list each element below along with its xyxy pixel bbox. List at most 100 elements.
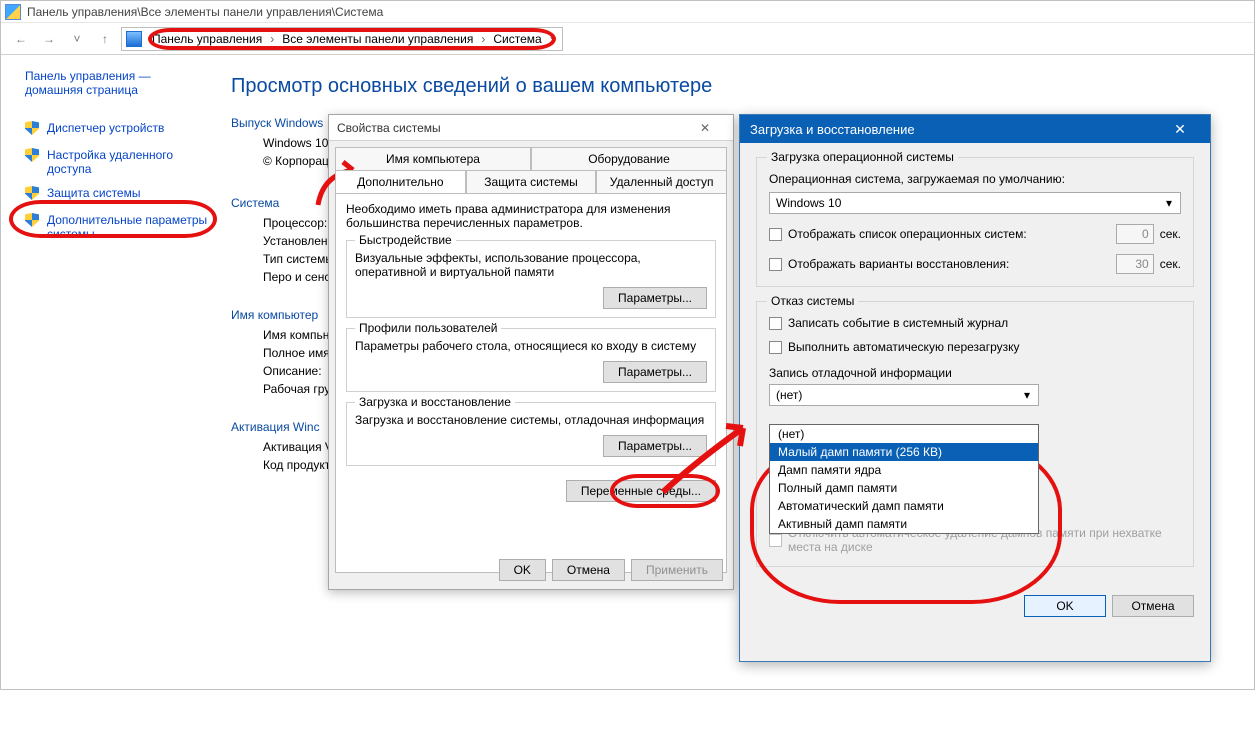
window-title: Панель управления\Все элементы панели уп… (27, 5, 383, 19)
shield-icon (25, 186, 39, 200)
admin-note: Необходимо иметь права администратора дл… (346, 202, 716, 230)
performance-settings-button[interactable]: Параметры... (603, 287, 707, 309)
group-text: Визуальные эффекты, использование процес… (355, 251, 707, 279)
checkbox-label: Выполнить автоматическую перезагрузку (788, 340, 1020, 354)
back-button[interactable]: ← (9, 27, 33, 51)
tab-advanced-pane: Необходимо иметь права администратора дл… (335, 193, 727, 573)
page-title: Просмотр основных сведений о вашем компь… (231, 75, 1242, 98)
dump-type-combo[interactable]: (нет) ▾ (769, 384, 1039, 406)
chevron-right-icon: › (546, 32, 558, 46)
system-properties-dialog: Свойства системы ✕ Имя компьютера Оборуд… (328, 114, 734, 590)
dropdown-option[interactable]: Автоматический дамп памяти (770, 497, 1038, 515)
group-system-failure: Отказ системы Записать событие в системн… (756, 301, 1194, 567)
chevron-right-icon: › (266, 32, 278, 46)
dialog-titlebar[interactable]: Свойства системы ✕ (329, 115, 733, 141)
dialog-title: Загрузка и восстановление (750, 122, 915, 137)
checkbox-icon (769, 228, 782, 241)
startup-recovery-settings-button[interactable]: Параметры... (603, 435, 707, 457)
tab-strip: Имя компьютера Оборудование Дополнительн… (329, 141, 733, 193)
group-text: Загрузка и восстановление системы, отлад… (355, 413, 707, 427)
auto-restart-checkbox[interactable]: Выполнить автоматическую перезагрузку (769, 340, 1181, 354)
checkbox-icon (769, 258, 782, 271)
checkbox-icon (769, 317, 782, 330)
cancel-button[interactable]: Отмена (1112, 595, 1194, 617)
checkbox-icon (769, 534, 782, 547)
close-icon[interactable]: ✕ (685, 121, 725, 135)
sidebar: Панель управления — домашняя страница Ди… (1, 55, 221, 259)
sidebar-item-label: Настройка удаленного доступа (47, 148, 207, 176)
forward-button[interactable]: → (37, 27, 61, 51)
ok-button[interactable]: OK (1024, 595, 1106, 617)
checkbox-label: Отображать список операционных систем: (788, 227, 1027, 241)
dropdown-option[interactable]: Дамп памяти ядра (770, 461, 1038, 479)
os-list-seconds-input[interactable] (1116, 224, 1154, 244)
shield-icon (25, 213, 39, 227)
tab-remote[interactable]: Удаленный доступ (596, 170, 727, 193)
combo-value: (нет) (776, 388, 802, 402)
breadcrumb-seg-1[interactable]: Панель управления (148, 32, 266, 46)
sidebar-remote-settings[interactable]: Настройка удаленного доступа (25, 148, 213, 176)
close-icon[interactable]: ✕ (1160, 121, 1200, 138)
userprofiles-settings-button[interactable]: Параметры... (603, 361, 707, 383)
write-event-checkbox[interactable]: Записать событие в системный журнал (769, 316, 1181, 330)
sidebar-item-label: Дополнительные параметры системы (47, 213, 213, 241)
sidebar-device-manager[interactable]: Диспетчер устройств (25, 121, 213, 138)
group-label: Профили пользователей (355, 321, 501, 335)
group-system-startup: Загрузка операционной системы Операционн… (756, 157, 1194, 287)
environment-variables-button[interactable]: Переменные среды... (566, 480, 716, 502)
startup-recovery-dialog: Загрузка и восстановление ✕ Загрузка опе… (739, 114, 1211, 662)
shield-icon (25, 148, 39, 162)
recovery-seconds-input[interactable] (1116, 254, 1154, 274)
group-label: Загрузка и восстановление (355, 395, 515, 409)
system-icon (5, 4, 21, 20)
group-text: Параметры рабочего стола, относящиеся ко… (355, 339, 707, 353)
show-os-list-checkbox[interactable]: Отображать список операционных систем: с… (769, 224, 1181, 244)
dump-type-dropdown[interactable]: (нет) Малый дамп памяти (256 КВ) Дамп па… (769, 424, 1039, 534)
sidebar-home-label: Панель управления — домашняя страница (25, 69, 195, 97)
default-os-combo[interactable]: Windows 10 ▾ (769, 192, 1181, 214)
checkbox-label: Отображать варианты восстановления: (788, 257, 1009, 271)
group-performance: Быстродействие Визуальные эффекты, испол… (346, 240, 716, 318)
sidebar-home[interactable]: Панель управления — домашняя страница (25, 69, 213, 97)
tab-system-protection[interactable]: Защита системы (466, 170, 597, 193)
window-titlebar: Панель управления\Все элементы панели уп… (1, 1, 1254, 23)
combo-value: Windows 10 (776, 196, 841, 210)
dialog-title: Свойства системы (337, 121, 441, 135)
dropdown-option[interactable]: Полный дамп памяти (770, 479, 1038, 497)
breadcrumb-seg-2[interactable]: Все элементы панели управления (278, 32, 477, 46)
dropdown-option[interactable]: Активный дамп памяти (770, 515, 1038, 533)
tab-advanced[interactable]: Дополнительно (335, 170, 466, 193)
group-label: Загрузка операционной системы (767, 150, 958, 164)
breadcrumb-seg-3[interactable]: Система (489, 32, 545, 46)
dropdown-option-selected[interactable]: Малый дамп памяти (256 КВ) (770, 443, 1038, 461)
tab-computername[interactable]: Имя компьютера (335, 147, 531, 170)
sidebar-system-protection[interactable]: Защита системы (25, 186, 213, 203)
up-button[interactable]: ↑ (93, 27, 117, 51)
shield-icon (25, 121, 39, 135)
checkbox-label: Записать событие в системный журнал (788, 316, 1008, 330)
sidebar-item-label: Защита системы (47, 186, 140, 200)
seconds-label: сек. (1160, 227, 1181, 241)
group-startup-recovery: Загрузка и восстановление Загрузка и вос… (346, 402, 716, 466)
checkbox-icon (769, 341, 782, 354)
ok-button[interactable]: OK (499, 559, 546, 581)
dialog-titlebar[interactable]: Загрузка и восстановление ✕ (740, 115, 1210, 143)
apply-button[interactable]: Применить (631, 559, 723, 581)
monitor-icon (126, 31, 142, 47)
chevron-right-icon: › (477, 32, 489, 46)
dump-label: Запись отладочной информации (769, 366, 1181, 380)
group-label: Отказ системы (767, 294, 858, 308)
dropdown-option[interactable]: (нет) (770, 425, 1038, 443)
tab-hardware[interactable]: Оборудование (531, 147, 727, 170)
seconds-label: сек. (1160, 257, 1181, 271)
recent-dropdown[interactable]: ˅ (65, 27, 89, 51)
chevron-down-icon: ▾ (1162, 196, 1176, 210)
default-os-label: Операционная система, загружаемая по умо… (769, 172, 1181, 186)
sidebar-advanced-settings[interactable]: Дополнительные параметры системы (25, 213, 213, 241)
sidebar-item-label: Диспетчер устройств (47, 121, 164, 135)
breadcrumb[interactable]: Панель управления › Все элементы панели … (121, 27, 563, 51)
chevron-down-icon: ▾ (1020, 388, 1034, 402)
cancel-button[interactable]: Отмена (552, 559, 625, 581)
address-bar: ← → ˅ ↑ Панель управления › Все элементы… (1, 23, 1254, 55)
show-recovery-checkbox[interactable]: Отображать варианты восстановления: сек. (769, 254, 1181, 274)
